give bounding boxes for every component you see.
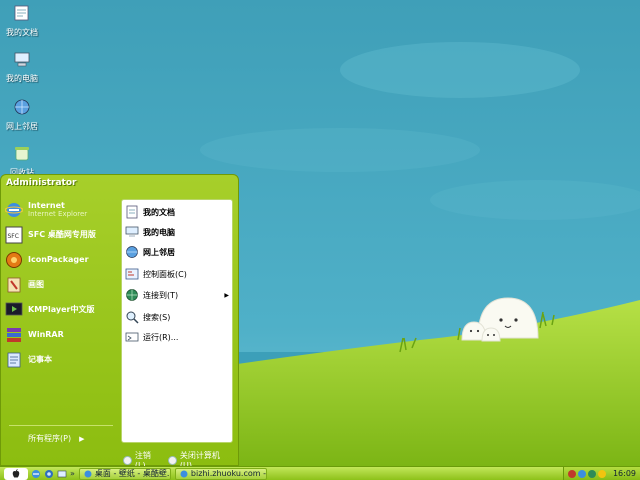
connect-to-icon (126, 289, 138, 301)
clock[interactable]: 16:09 (613, 469, 636, 478)
all-programs-label: 所有程序(P) (28, 434, 72, 443)
desktop-icon-recycle-bin[interactable]: 回收站 (2, 144, 42, 178)
program-item-kmplayer[interactable]: KMPlayer中文版 (5, 297, 117, 322)
program-item-iconpackager[interactable]: IconPackager (5, 247, 117, 272)
tray-security-icon[interactable] (587, 469, 596, 478)
my-documents-icon (14, 5, 29, 21)
ie-icon (5, 202, 23, 217)
control-panel-icon (125, 268, 139, 280)
places-item-label: 我的电脑 (143, 227, 175, 237)
places-item-run[interactable]: 运行(R)... (125, 330, 229, 344)
explorer-quicklaunch-icon[interactable] (44, 469, 54, 479)
places-item-my-documents[interactable]: 我的文档 (125, 205, 229, 219)
paint-icon (7, 277, 21, 292)
sfc-icon: SFC (5, 226, 23, 243)
places-item-search[interactable]: 搜索(S) (125, 310, 229, 324)
places-item-my-computer[interactable]: 我的电脑 (125, 225, 229, 239)
iconpackager-icon (6, 251, 22, 268)
quicklaunch-more-chevron[interactable]: » (70, 469, 75, 478)
task-label: bizhi.zhuoku.com - ... (190, 469, 266, 478)
program-label: IconPackager (28, 255, 89, 264)
recycle-bin-icon (15, 147, 29, 161)
program-sublabel: Internet Explorer (28, 209, 88, 218)
program-item-sfc[interactable]: SFC SFC 桌酷网专用版 (5, 222, 117, 247)
notepad-icon (7, 352, 21, 367)
program-label: WinRAR (28, 330, 64, 339)
places-item-label: 连接到(T) (143, 290, 179, 300)
ie-quicklaunch-icon[interactable] (31, 469, 41, 479)
program-item-paint[interactable]: 画图 (5, 272, 117, 297)
shutdown-icon (168, 455, 177, 465)
pinned-programs-list: Internet Internet Explorer SFC SFC 桌酷网专用版… (5, 197, 117, 372)
places-item-label: 控制面板(C) (143, 269, 187, 279)
program-label: KMPlayer中文版 (28, 305, 95, 314)
program-item-notepad[interactable]: 记事本 (5, 347, 117, 372)
task-button-bizhi[interactable]: bizhi.zhuoku.com - ... (174, 467, 267, 480)
places-item-label: 搜索(S) (143, 312, 171, 322)
desktop-icon-my-documents[interactable]: 我的文档 (2, 4, 42, 38)
tray-network-icon[interactable] (577, 469, 586, 478)
arrow-right-icon: ▶ (224, 291, 229, 299)
tray-qq-icon[interactable] (567, 469, 576, 478)
program-label: 记事本 (28, 355, 52, 364)
desktop-icon-my-computer[interactable]: 我的电脑 (2, 50, 42, 84)
show-desktop-icon[interactable] (57, 469, 67, 479)
search-icon (126, 311, 139, 324)
start-button[interactable] (4, 467, 28, 480)
program-item-internet[interactable]: Internet Internet Explorer (5, 197, 117, 222)
places-item-label: 我的文档 (143, 207, 175, 217)
network-places-icon (14, 99, 30, 115)
system-tray: 16:09 (562, 466, 640, 480)
program-item-winrar[interactable]: WinRAR (5, 322, 117, 347)
task-label: 桌面 - 壁纸 - 桌酷壁... (94, 469, 171, 478)
tray-volume-icon[interactable] (597, 469, 606, 478)
places-item-control-panel[interactable]: 控制面板(C) (125, 267, 229, 281)
places-panel: 我的文档 我的电脑 网上邻居 控制面板(C) 连接到(T) ▶ 搜索(S) 运行… (121, 199, 233, 443)
program-label: SFC 桌酷网专用版 (28, 230, 96, 239)
network-places-icon (126, 246, 138, 258)
arrow-right-icon: ▶ (79, 434, 85, 443)
apple-logo-icon (12, 468, 20, 478)
ie-icon (180, 470, 188, 477)
places-item-connect-to[interactable]: 连接到(T) ▶ (125, 288, 229, 302)
kmplayer-icon (5, 302, 23, 315)
my-computer-icon (125, 226, 139, 237)
ie-icon (84, 470, 92, 477)
taskbar: » 桌面 - 壁纸 - 桌酷壁... bizhi.zhuoku.com - ..… (0, 466, 640, 480)
svg-text:SFC: SFC (8, 233, 19, 240)
all-programs-button[interactable]: 所有程序(P) ▶ (28, 433, 84, 444)
menu-separator (9, 425, 113, 426)
my-computer-icon (14, 52, 30, 67)
winrar-icon (7, 327, 21, 342)
logoff-icon (123, 455, 132, 465)
program-label: Internet (28, 200, 65, 210)
run-icon (125, 332, 139, 342)
desktop-icon-network[interactable]: 网上邻居 (2, 98, 42, 132)
start-menu-user-name: Administrator (6, 178, 77, 188)
places-item-label: 网上邻居 (143, 247, 175, 257)
places-item-network[interactable]: 网上邻居 (125, 245, 229, 259)
task-button-wallpaper[interactable]: 桌面 - 壁纸 - 桌酷壁... (78, 467, 171, 480)
my-documents-icon (126, 205, 138, 219)
places-item-label: 运行(R)... (143, 332, 179, 342)
program-label: 画图 (28, 280, 44, 289)
start-menu: Administrator Internet Internet Explorer … (0, 174, 239, 470)
